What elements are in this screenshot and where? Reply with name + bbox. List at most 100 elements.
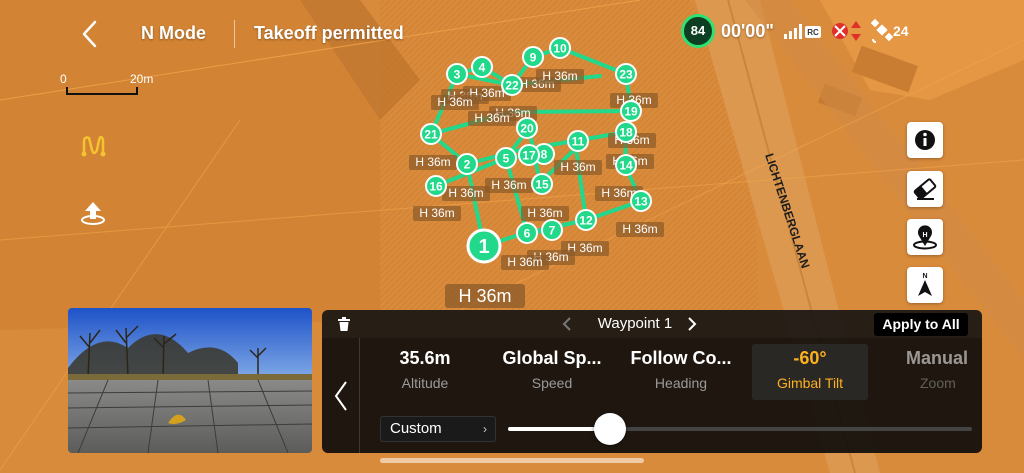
svg-text:12: 12 xyxy=(579,214,593,228)
param-value: Global Sp... xyxy=(502,348,602,368)
svg-text:11: 11 xyxy=(572,135,585,149)
svg-text:H 36m: H 36m xyxy=(448,186,483,200)
height-label: H 36m xyxy=(442,186,490,201)
param-heading[interactable]: Follow Co... Heading xyxy=(623,344,739,400)
waypoint-marker-15[interactable]: 15 xyxy=(531,173,553,195)
svg-text:15: 15 xyxy=(535,178,549,192)
waypoint-marker-20[interactable]: 20 xyxy=(516,117,538,139)
info-button[interactable] xyxy=(907,122,943,158)
camera-preview[interactable] xyxy=(68,308,312,453)
custom-label: Custom xyxy=(390,420,442,437)
height-label: H 36m xyxy=(431,95,479,110)
waypoint-marker-12[interactable]: 12 xyxy=(575,209,597,231)
param-label: Zoom xyxy=(920,375,956,391)
svg-text:20: 20 xyxy=(520,122,534,136)
height-label: H 36m xyxy=(521,206,569,221)
height-label: H 36m xyxy=(554,160,602,175)
svg-text:3: 3 xyxy=(454,68,461,82)
north-button[interactable]: N xyxy=(907,267,943,303)
slider-thumb[interactable] xyxy=(594,413,627,445)
svg-text:16: 16 xyxy=(429,180,443,194)
waypoint-title: Waypoint 1 xyxy=(597,315,673,332)
waypoint-marker-18[interactable]: 18 xyxy=(615,121,637,143)
waypoint-marker-13[interactable]: 13 xyxy=(630,190,652,212)
param-label: Speed xyxy=(531,375,573,391)
param-label: Altitude xyxy=(401,375,449,391)
svg-text:22: 22 xyxy=(505,79,519,93)
svg-text:7: 7 xyxy=(549,224,556,238)
home-location-button[interactable]: H xyxy=(907,219,943,255)
eraser-button[interactable] xyxy=(907,171,943,207)
param-zoom[interactable]: Manual Zoom xyxy=(878,344,974,400)
svg-text:2: 2 xyxy=(464,158,471,172)
previous-waypoint-icon[interactable] xyxy=(560,315,574,333)
scale-end: 20m xyxy=(130,72,154,86)
flight-mode[interactable]: N Mode xyxy=(141,23,206,44)
svg-text:1: 1 xyxy=(478,236,489,258)
custom-dropdown[interactable]: Custom › xyxy=(380,416,496,442)
param-value: 35.6m xyxy=(399,348,451,368)
waypoint-marker-21[interactable]: 21 xyxy=(420,123,442,145)
waypoint-marker-5[interactable]: 5 xyxy=(495,147,517,169)
waypoint-panel-header: Waypoint 1 Apply to All xyxy=(322,310,982,338)
param-gimbal-tilt[interactable]: -60° Gimbal Tilt xyxy=(752,344,868,400)
svg-text:H 36m: H 36m xyxy=(622,222,657,236)
height-label: H 36m xyxy=(536,69,584,84)
waypoint-panel-body: 35.6m Altitude Global Sp... Speed Follow… xyxy=(322,338,982,453)
param-speed[interactable]: Global Sp... Speed xyxy=(494,344,610,400)
svg-text:23: 23 xyxy=(619,68,633,82)
satellite-icon xyxy=(870,18,894,43)
map-scale: 0 20m xyxy=(58,72,153,102)
next-waypoint-icon[interactable] xyxy=(685,315,699,333)
camera-feed-image xyxy=(68,308,312,453)
svg-text:19: 19 xyxy=(624,105,638,119)
chevron-left-icon xyxy=(334,381,347,411)
waypoint-marker-19[interactable]: 19 xyxy=(620,100,642,122)
waypoint-marker-16[interactable]: 16 xyxy=(425,175,447,197)
battery-percent: 84 xyxy=(690,23,706,38)
param-label: Gimbal Tilt xyxy=(776,375,844,391)
param-value: Manual xyxy=(906,348,969,368)
divider xyxy=(234,20,235,48)
svg-text:13: 13 xyxy=(634,195,648,209)
waypoint-marker-1[interactable]: 1 xyxy=(466,228,502,264)
chevron-left-icon xyxy=(82,20,97,48)
svg-text:N: N xyxy=(922,273,927,280)
svg-text:21: 21 xyxy=(424,128,438,142)
height-label: H 36m xyxy=(413,206,461,221)
home-indicator[interactable] xyxy=(380,458,644,463)
takeoff-point-button[interactable] xyxy=(78,198,108,228)
waypoint-marker-6[interactable]: 6 xyxy=(516,222,538,244)
param-altitude[interactable]: 35.6m Altitude xyxy=(367,344,483,400)
home-location-icon: H xyxy=(913,225,937,250)
battery-indicator[interactable]: 84 xyxy=(681,14,715,48)
route-tool-button[interactable] xyxy=(78,130,108,160)
home-height-label: H 36m xyxy=(458,286,511,306)
waypoint-marker-11[interactable]: 11 xyxy=(567,130,589,152)
chevron-right-icon: › xyxy=(483,422,487,436)
waypoint-marker-2[interactable]: 2 xyxy=(456,153,478,175)
trash-icon[interactable] xyxy=(336,316,352,332)
flight-time: 00'00" xyxy=(721,21,774,41)
takeoff-status: Takeoff permitted xyxy=(254,23,404,43)
back-button[interactable] xyxy=(76,18,106,50)
height-label: H 36m xyxy=(616,222,664,237)
info-icon xyxy=(915,130,935,150)
waypoint-marker-7[interactable]: 7 xyxy=(541,219,563,241)
route-icon xyxy=(81,135,106,157)
param-value: -60° xyxy=(793,348,827,368)
north-arrow-icon: N xyxy=(918,273,932,296)
height-label: H 36m xyxy=(485,178,533,193)
svg-text:H 36m: H 36m xyxy=(474,111,509,125)
obstacle-avoidance-icon[interactable] xyxy=(830,18,866,44)
waypoint-marker-17[interactable]: 17 xyxy=(518,144,540,166)
svg-text:5: 5 xyxy=(503,152,510,166)
apply-to-all-button[interactable]: Apply to All xyxy=(874,313,968,336)
svg-text:H 36m: H 36m xyxy=(415,155,450,169)
waypoint-marker-14[interactable]: 14 xyxy=(615,154,637,176)
params-prev-button[interactable] xyxy=(322,338,360,453)
gimbal-tilt-slider[interactable] xyxy=(508,413,974,445)
waypoint-marker-22[interactable]: 22 xyxy=(501,74,523,96)
svg-text:H 36m: H 36m xyxy=(437,95,472,109)
top-bar: N Mode Takeoff permitted 84 00'00" RC 24 xyxy=(0,0,1024,68)
